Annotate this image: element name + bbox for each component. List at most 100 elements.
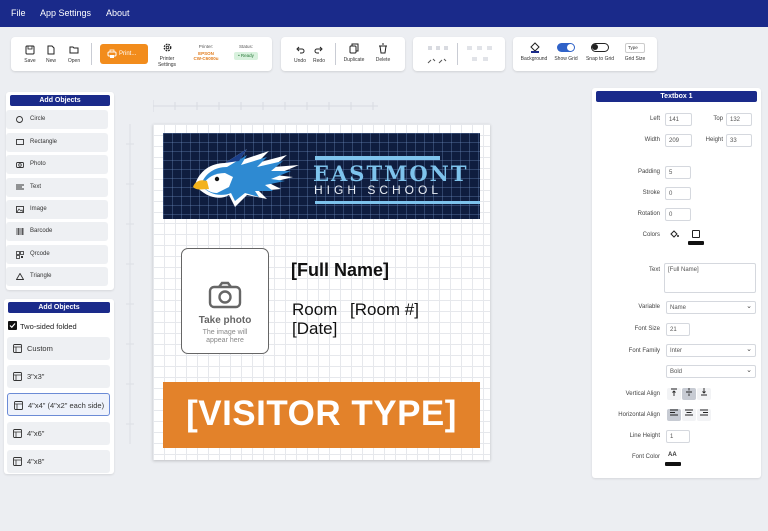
top-label: Top xyxy=(713,116,723,122)
align-right-button[interactable] xyxy=(697,409,711,421)
size-option-label: 4"x8" xyxy=(27,457,45,466)
stroke-color-swatch[interactable] xyxy=(688,241,704,245)
left-label: Left xyxy=(649,116,660,122)
fill-bucket-icon[interactable] xyxy=(669,229,680,239)
photo-placeholder[interactable]: Take photo The image will appear here xyxy=(181,248,269,354)
stroke-input[interactable]: 0 xyxy=(665,187,691,200)
font-family-select[interactable]: Inter xyxy=(666,344,756,357)
size-option-label: Custom xyxy=(27,344,53,353)
add-image-label: Image xyxy=(30,206,47,212)
align-bottom-button[interactable] xyxy=(697,388,711,400)
duplicate-button[interactable]: Duplicate xyxy=(340,43,368,63)
properties-title: Textbox 1 xyxy=(596,91,757,102)
menu-app-settings[interactable]: App Settings xyxy=(40,8,91,18)
printer-settings-button[interactable]: Printer Settings xyxy=(154,42,180,68)
banner-line-top xyxy=(315,156,440,160)
snap-to-grid-switch[interactable] xyxy=(591,43,609,52)
height-input[interactable]: 33 xyxy=(726,134,752,147)
link-icon[interactable] xyxy=(427,57,447,65)
size-option-4x6[interactable]: 4"x6" xyxy=(7,422,110,445)
redo-button[interactable]: Redo xyxy=(308,45,330,64)
height-label: Height xyxy=(705,137,723,143)
layout-icon xyxy=(13,429,22,438)
grid-size-control[interactable]: Type Grid Size xyxy=(621,43,649,62)
text-align-center-icon xyxy=(685,409,693,416)
add-text-label: Text xyxy=(30,184,42,190)
line-height-input[interactable]: 1 xyxy=(666,430,690,443)
add-image-button[interactable]: Image xyxy=(6,200,108,219)
font-color-glyph[interactable]: AA xyxy=(668,452,677,458)
size-option-label: 4"x6" xyxy=(27,429,45,438)
size-option-4x4-folded[interactable]: 4"x4" (4"x2" each side) xyxy=(7,393,110,416)
font-size-input[interactable]: 21 xyxy=(666,323,690,336)
toolbar-divider xyxy=(457,43,458,65)
grid-size-input[interactable]: Type xyxy=(625,43,645,53)
size-option-4x8[interactable]: 4"x8" xyxy=(7,450,110,473)
add-barcode-label: Barcode xyxy=(30,228,53,234)
new-button[interactable]: New xyxy=(41,45,61,64)
size-option-custom[interactable]: Custom xyxy=(7,337,110,360)
duplicate-label: Duplicate xyxy=(343,57,365,63)
align-left-button[interactable] xyxy=(667,409,681,421)
checkmark-icon xyxy=(9,323,16,329)
stroke-color-icon[interactable] xyxy=(692,230,700,238)
visitor-type-band[interactable]: [VISITOR TYPE] xyxy=(163,382,480,448)
print-button[interactable]: Print... xyxy=(100,44,148,64)
open-button[interactable]: Open xyxy=(64,45,84,64)
font-weight-select[interactable]: Bold xyxy=(666,365,756,378)
align-bottom-icon xyxy=(701,388,707,396)
rotation-input[interactable]: 0 xyxy=(665,208,691,221)
delete-button[interactable]: Delete xyxy=(371,43,395,63)
two-sided-checkbox[interactable] xyxy=(8,321,17,330)
printer-status: Status: • Ready xyxy=(231,44,261,60)
school-banner[interactable]: EASTMONT HIGH SCHOOL xyxy=(163,133,480,219)
padding-input[interactable]: 5 xyxy=(665,166,691,179)
room-number-field[interactable]: [Room #] xyxy=(350,300,419,320)
show-grid-toggle[interactable]: Show Grid xyxy=(553,43,579,62)
top-input[interactable]: 132 xyxy=(726,113,752,126)
align-middle-icon xyxy=(686,388,692,396)
font-color-label: Font Color xyxy=(631,454,660,460)
align-icons-disabled[interactable] xyxy=(427,45,453,51)
folder-open-icon xyxy=(69,46,78,54)
size-option-3x3[interactable]: 3"x3" xyxy=(7,365,110,388)
menu-file[interactable]: File xyxy=(11,8,26,18)
full-name-textbox[interactable]: [Full Name] xyxy=(291,260,389,281)
background-button[interactable]: Background xyxy=(517,42,551,62)
add-objects-title: Add Objects xyxy=(10,95,110,106)
toolbar-file-group: Save New Open Print... Printer Settings … xyxy=(11,37,272,71)
printer-title: Printer: xyxy=(198,44,214,49)
width-input[interactable]: 209 xyxy=(665,134,692,147)
add-barcode-button[interactable]: Barcode xyxy=(6,222,108,241)
align-top-button[interactable] xyxy=(667,388,681,400)
date-field[interactable]: [Date] xyxy=(292,319,337,339)
show-grid-switch[interactable] xyxy=(557,43,575,52)
save-button[interactable]: Save xyxy=(20,45,40,64)
text-area[interactable]: [Full Name] xyxy=(664,263,756,293)
school-subtitle: HIGH SCHOOL xyxy=(314,183,443,197)
layout-icon xyxy=(13,372,22,381)
room-label[interactable]: Room xyxy=(292,300,337,320)
rectangle-icon xyxy=(16,139,24,145)
line-height-label: Line Height xyxy=(629,433,660,439)
printer-icon xyxy=(107,49,117,58)
add-text-button[interactable]: Text xyxy=(6,178,108,197)
horizontal-ruler xyxy=(153,100,378,112)
add-triangle-button[interactable]: Triangle xyxy=(6,267,108,286)
snap-to-grid-label: Snap to Grid xyxy=(585,56,615,62)
toolbar-edit-group: Undo Redo Duplicate Delete xyxy=(281,37,405,71)
layout-icon xyxy=(13,457,22,466)
layout-icon xyxy=(13,344,22,353)
add-photo-button[interactable]: Photo xyxy=(6,155,108,174)
menu-about[interactable]: About xyxy=(106,8,130,18)
add-qrcode-button[interactable]: Qrcode xyxy=(6,245,108,264)
snap-to-grid-toggle[interactable]: Snap to Grid xyxy=(585,43,615,62)
align-middle-button[interactable] xyxy=(682,388,696,400)
add-rectangle-button[interactable]: Rectangle xyxy=(6,133,108,152)
align-center-button[interactable] xyxy=(682,409,696,421)
add-circle-button[interactable]: Circle xyxy=(6,110,108,129)
variable-select[interactable]: Name xyxy=(666,301,756,314)
left-input[interactable]: 141 xyxy=(665,113,692,126)
font-color-swatch[interactable] xyxy=(665,462,681,466)
layer-order-icons-disabled[interactable] xyxy=(465,45,497,65)
